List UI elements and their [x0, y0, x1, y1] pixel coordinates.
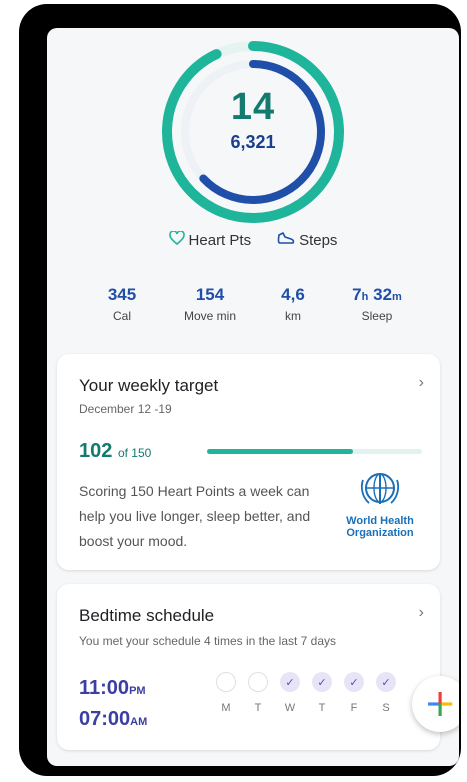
chevron-right-icon[interactable]: ›	[419, 604, 424, 622]
legend-steps: Steps	[277, 231, 337, 249]
weekly-target-card[interactable]: Your weekly target › December 12 -19 102…	[57, 354, 440, 570]
empty-circle-icon	[216, 672, 236, 692]
sleep-hours-unit: h	[361, 291, 369, 303]
add-activity-button[interactable]	[412, 676, 459, 732]
bed-time-value: 11:00	[79, 677, 130, 699]
stat-sleep-label: Sleep	[361, 309, 393, 323]
check-icon: ✓	[376, 672, 396, 692]
bed-time: 11:00PM	[79, 674, 147, 705]
steps-value: 6,321	[230, 132, 276, 152]
bedtime-subtitle: You met your schedule 4 times in the las…	[79, 634, 337, 648]
heart-outline-icon	[168, 230, 185, 249]
stat-move-min-value: 154	[195, 285, 225, 304]
who-name: World Health Organization	[339, 515, 421, 539]
stat-calories: 345 Cal	[82, 285, 162, 323]
day-label: F	[350, 702, 358, 714]
stat-distance: 4,6 km	[253, 285, 333, 323]
ring-legend: Heart Pts Steps	[47, 230, 459, 249]
bedtime-schedule-card[interactable]: Bedtime schedule › You met your schedule…	[57, 584, 440, 750]
who-name-line2: Organization	[346, 527, 414, 539]
weekly-progress-bar	[207, 449, 422, 454]
day-indicator: ✓ F	[343, 672, 365, 714]
bedtime-title: Bedtime schedule	[79, 606, 215, 625]
chevron-right-icon[interactable]: ›	[419, 374, 424, 392]
stat-move-min-label: Move min	[183, 309, 236, 323]
stat-distance-value: 4,6	[281, 285, 305, 304]
fit-home-screen: 14 6,321 Heart Pts Steps 345 Cal 154 Mov…	[47, 28, 459, 766]
stat-sleep: 7h 32m Sleep	[337, 285, 417, 323]
stat-sleep-value: 7h 32m	[337, 285, 417, 305]
shoe-icon	[277, 231, 295, 249]
day-label: W	[284, 702, 296, 714]
sleep-hours: 7	[352, 285, 362, 304]
who-name-line1: World Health	[346, 515, 414, 527]
weekly-progress-fill	[207, 449, 354, 454]
legend-heart-points: Heart Pts	[168, 230, 252, 249]
activity-rings[interactable]: 14 6,321	[47, 28, 459, 228]
day-indicator: M	[215, 672, 237, 714]
heart-points-value: 14	[230, 86, 276, 128]
stat-calories-value: 345	[107, 285, 137, 304]
weekly-target-title: Your weekly target	[79, 376, 219, 395]
day-indicator: ✓ T	[311, 672, 333, 714]
check-icon: ✓	[280, 672, 300, 692]
stat-distance-label: km	[285, 309, 301, 323]
legend-heart-label: Heart Pts	[188, 231, 252, 249]
wake-time-ampm: AM	[130, 716, 148, 728]
day-indicator: ✓ W	[279, 672, 301, 714]
who-emblem-icon	[360, 473, 400, 504]
check-icon: ✓	[312, 672, 332, 692]
day-label: T	[254, 702, 262, 714]
who-logo: World Health Organization	[339, 470, 421, 539]
legend-steps-label: Steps	[299, 231, 338, 249]
day-indicator: T	[247, 672, 269, 714]
sleep-minutes-unit: m	[392, 291, 402, 303]
bedtime-times: 11:00PM 07:00AM	[79, 674, 147, 736]
stat-move-min: 154 Move min	[170, 285, 250, 323]
wake-time: 07:00AM	[79, 705, 147, 736]
weekly-target-dates: December 12 -19	[79, 402, 172, 416]
day-label: S	[382, 702, 390, 714]
weekly-target-progress: 102 of 150	[79, 440, 151, 463]
weekly-target-description: Scoring 150 Heart Points a week can help…	[79, 483, 311, 549]
weekly-target-current: 102	[79, 440, 113, 462]
empty-circle-icon	[248, 672, 268, 692]
day-label: M	[221, 702, 231, 714]
bed-time-ampm: PM	[129, 685, 146, 697]
check-icon: ✓	[344, 672, 364, 692]
day-indicator: ✓ S	[375, 672, 397, 714]
plus-icon	[428, 692, 453, 716]
sleep-minutes: 32	[373, 285, 393, 304]
wake-time-value: 07:00	[79, 708, 131, 730]
weekly-target-goal: of 150	[117, 446, 152, 460]
stat-calories-label: Cal	[112, 309, 131, 323]
day-label: T	[318, 702, 326, 714]
